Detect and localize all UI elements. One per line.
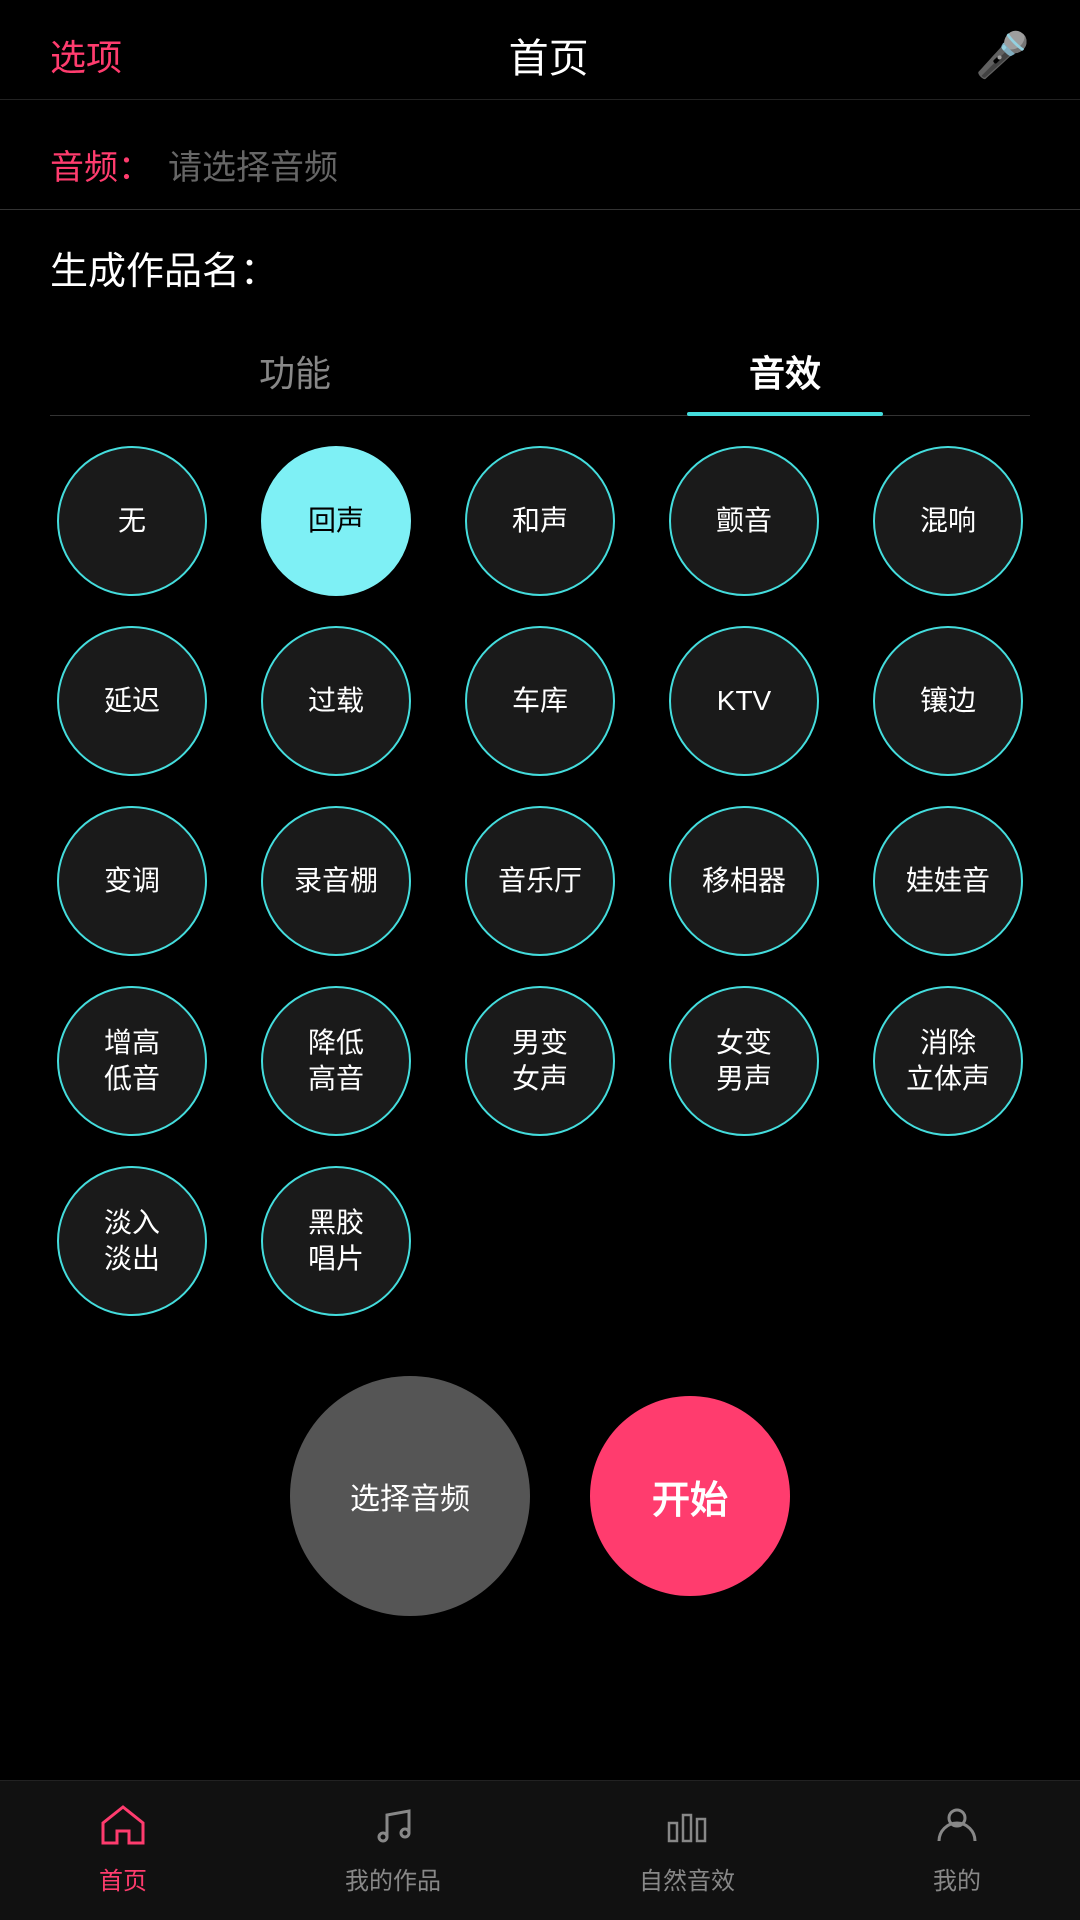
effect-btn-male_to_female[interactable]: 男变女声 [465, 986, 615, 1136]
effect-btn-none[interactable]: 无 [57, 446, 207, 596]
tab-function[interactable]: 功能 [50, 325, 540, 415]
nav-my-works[interactable]: 我的作品 [345, 1805, 441, 1896]
effect-btn-studio[interactable]: 录音棚 [261, 806, 411, 956]
effect-btn-hall[interactable]: 音乐厅 [465, 806, 615, 956]
nav-my-works-label: 我的作品 [345, 1861, 441, 1896]
nav-mine[interactable]: 我的 [933, 1805, 981, 1896]
audio-section: 音频： 请选择音频 [0, 100, 1080, 210]
bars-icon [665, 1805, 709, 1853]
select-audio-button[interactable]: 选择音频 [290, 1376, 530, 1616]
nav-natural-sfx[interactable]: 自然音效 [639, 1805, 735, 1896]
nav-natural-sfx-label: 自然音效 [639, 1861, 735, 1896]
nav-mine-label: 我的 [933, 1861, 981, 1896]
work-name-section: 生成作品名： [0, 210, 1080, 305]
bottom-actions: 选择音频 开始 [0, 1346, 1080, 1656]
effect-btn-boost_bass[interactable]: 增高低音 [57, 986, 207, 1136]
effect-btn-remove_stereo[interactable]: 消除立体声 [873, 986, 1023, 1136]
effect-btn-trim[interactable]: 镶边 [873, 626, 1023, 776]
effect-btn-female_to_male[interactable]: 女变男声 [669, 986, 819, 1136]
audio-placeholder[interactable]: 请选择音频 [168, 140, 338, 189]
tab-effects[interactable]: 音效 [540, 325, 1030, 415]
effect-btn-pitch[interactable]: 变调 [57, 806, 207, 956]
user-icon [935, 1805, 979, 1853]
effect-btn-overload[interactable]: 过载 [261, 626, 411, 776]
effect-btn-chipmunk[interactable]: 娃娃音 [873, 806, 1023, 956]
effect-btn-delay[interactable]: 延迟 [57, 626, 207, 776]
effect-btn-echo[interactable]: 回声 [261, 446, 411, 596]
effects-grid: 无回声和声颤音混响延迟过载车库 KTV 镶边变调录音棚音乐厅移相器娃娃音增高低音降低… [0, 416, 1080, 1346]
effect-btn-garage[interactable]: 车库 [465, 626, 615, 776]
start-button[interactable]: 开始 [590, 1396, 790, 1596]
work-name-label: 生成作品名： [50, 251, 278, 293]
page-title: 首页 [509, 26, 589, 84]
mic-icon[interactable]: 🎤 [975, 29, 1030, 81]
music-note-icon [371, 1805, 415, 1853]
header: 选项 首页 🎤 [0, 0, 1080, 100]
effect-btn-reverb[interactable]: 混响 [873, 446, 1023, 596]
effect-btn-phaser[interactable]: 移相器 [669, 806, 819, 956]
effect-btn-vinyl[interactable]: 黑胶唱片 [261, 1166, 411, 1316]
audio-label: 音频： [50, 140, 152, 189]
home-icon [101, 1805, 145, 1853]
effect-btn-ktv[interactable]: KTV [669, 626, 819, 776]
nav-home-label: 首页 [99, 1861, 147, 1896]
bottom-nav: 首页 我的作品 自然音效 我的 [0, 1780, 1080, 1920]
options-button[interactable]: 选项 [50, 29, 122, 81]
effect-btn-reduce_treble[interactable]: 降低高音 [261, 986, 411, 1136]
tabs: 功能 音效 [50, 325, 1030, 416]
effect-btn-treble[interactable]: 颤音 [669, 446, 819, 596]
nav-home[interactable]: 首页 [99, 1805, 147, 1896]
effect-btn-fade[interactable]: 淡入淡出 [57, 1166, 207, 1316]
effect-btn-harmony[interactable]: 和声 [465, 446, 615, 596]
